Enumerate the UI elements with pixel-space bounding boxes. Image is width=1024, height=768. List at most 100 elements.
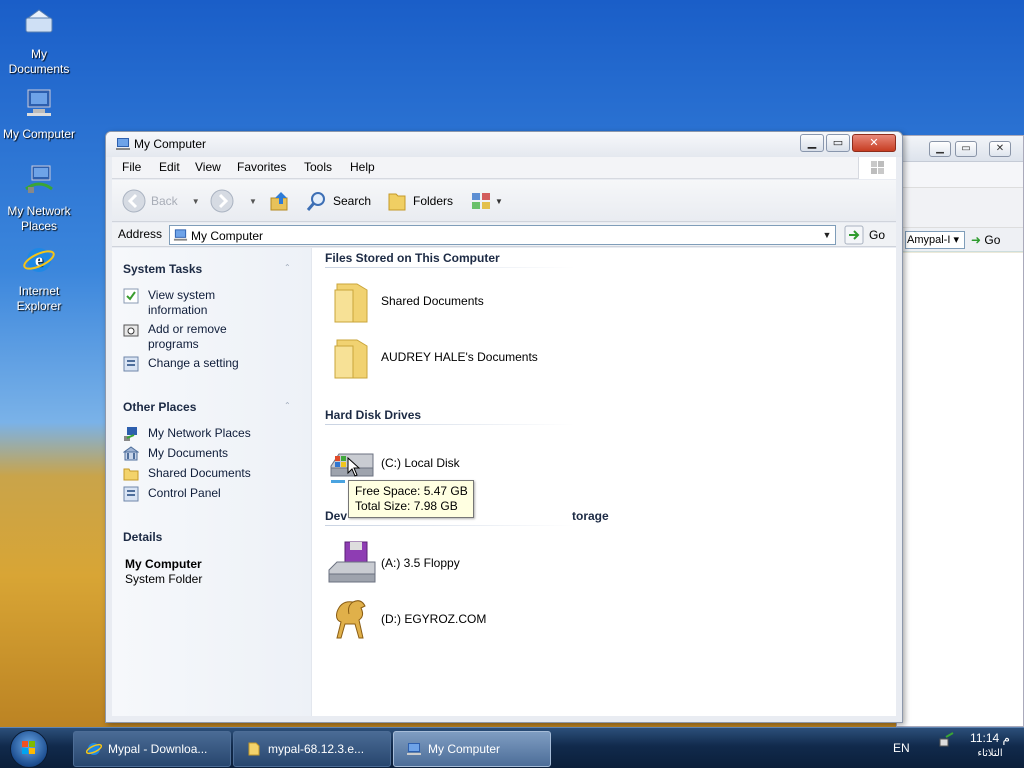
item-cd-d[interactable]: (D:) EGYROZ.COM [327, 594, 486, 644]
place-label: My Network Places [148, 426, 251, 440]
chevron-down-icon: ▼ [249, 196, 257, 206]
other-places-header[interactable]: Other Places [123, 400, 196, 414]
task-pane: System Tasks ⌃ View system information A… [112, 248, 312, 716]
menu-bar: File Edit View Favorites Tools Help [112, 157, 896, 179]
windows-flag-icon [858, 157, 896, 179]
maximize-button[interactable]: ▭ [826, 134, 850, 152]
ie-icon: e [23, 248, 55, 272]
details-header[interactable]: Details [123, 530, 162, 544]
close-button[interactable]: ✕ [989, 141, 1011, 157]
window-titlebar[interactable]: My Computer ▁ ▭ ✕ [106, 132, 902, 157]
ie-icon [86, 743, 102, 755]
search-label: Search [333, 194, 372, 208]
system-tasks-header[interactable]: System Tasks [123, 262, 202, 276]
back-arrow-icon [122, 189, 146, 213]
menu-file[interactable]: File [122, 160, 141, 174]
taskbar-item-mypal-folder[interactable]: mypal-68.12.3.e... [233, 731, 391, 767]
place-shared-documents[interactable]: Shared Documents [123, 466, 309, 482]
minimize-button[interactable]: ▁ [929, 141, 951, 157]
menu-tools[interactable]: Tools [304, 160, 332, 174]
address-field[interactable]: Amypal-I ▾ [905, 231, 965, 249]
horse-drive-icon [336, 600, 366, 639]
menu-edit[interactable]: Edit [159, 160, 180, 174]
group-removable-storage-right: torage [572, 509, 609, 523]
language-indicator[interactable]: EN [893, 741, 910, 755]
place-my-documents[interactable]: My Documents [123, 446, 309, 462]
folder-icon [123, 468, 139, 481]
clock-time: 11:14 م [970, 731, 1010, 745]
item-floppy-a[interactable]: (A:) 3.5 Floppy [327, 538, 460, 588]
folder-icon [334, 339, 368, 379]
task-change-a-setting[interactable]: Change a setting [123, 356, 309, 372]
control-panel-icon [123, 486, 139, 502]
background-window-toolbar [897, 188, 1023, 228]
task-label: View system information [148, 288, 216, 317]
minimize-button[interactable]: ▁ [800, 134, 824, 152]
folders-icon [388, 193, 406, 211]
address-value: My Computer [191, 229, 264, 243]
taskbar-item-mypal[interactable]: Mypal - Downloa... [73, 731, 231, 767]
details-type: System Folder [125, 572, 203, 586]
views-button[interactable]: ▼ [468, 188, 503, 214]
my-computer-window[interactable]: My Computer ▁ ▭ ✕ File Edit View Favorit… [105, 131, 903, 723]
item-label: Shared Documents [381, 294, 484, 308]
taskbar-item-label: Mypal - Downloa... [108, 742, 208, 756]
address-bar: Address My Computer ▼ Go [112, 223, 896, 247]
toolbar: Back ▼ ▼ Search Folders ▼ [112, 180, 896, 222]
back-label: Back [151, 194, 178, 208]
collapse-icon[interactable]: ⌃ [284, 401, 291, 410]
group-hard-disk-drives: Hard Disk Drives [325, 408, 422, 422]
go-button[interactable]: ➜ Go [971, 231, 1000, 249]
collapse-icon[interactable]: ⌃ [284, 263, 291, 272]
menu-help[interactable]: Help [350, 160, 375, 174]
computer-icon [407, 743, 421, 755]
desktop-icon-my-documents[interactable]: My Documents [0, 6, 78, 77]
search-button[interactable]: Search [304, 188, 371, 214]
desktop-icon-my-network-places[interactable]: My Network Places [0, 163, 78, 234]
clock[interactable]: 11:14 م الثلاثاء [962, 731, 1018, 761]
forward-button[interactable]: ▼ [209, 188, 257, 214]
item-shared-documents[interactable]: Shared Documents [327, 276, 484, 326]
tooltip-free-space: Free Space: 5.47 GB [355, 484, 468, 498]
control-panel-icon [123, 356, 139, 372]
go-button[interactable]: Go [844, 225, 885, 245]
desktop-icon-label: Internet Explorer [16, 284, 62, 313]
desktop-icon-label: My Documents [8, 47, 70, 76]
desktop-icon-internet-explorer[interactable]: e Internet Explorer [0, 243, 78, 314]
go-arrow-icon: ➜ [971, 233, 985, 247]
computer-icon [173, 229, 188, 241]
desktop-icon-my-computer[interactable]: My Computer [0, 86, 78, 142]
group-divider [325, 525, 575, 526]
chevron-down-icon[interactable]: ▼ [819, 226, 835, 244]
group-removable-storage-left: Dev [325, 509, 348, 523]
place-my-network-places[interactable]: My Network Places [123, 426, 309, 442]
computer-icon [27, 89, 51, 116]
taskbar-item-my-computer[interactable]: My Computer [393, 731, 551, 767]
background-window-body [897, 253, 1023, 726]
task-add-remove-programs[interactable]: Add or remove programs [123, 322, 309, 352]
go-label: Go [984, 233, 1001, 247]
clock-day: الثلاثاء [977, 748, 1003, 759]
item-user-documents[interactable]: AUDREY HALE's Documents [327, 332, 538, 382]
background-window-titlebar[interactable]: ▁ ▭ ✕ [897, 136, 1023, 162]
content-area: System Tasks ⌃ View system information A… [112, 248, 896, 716]
menu-view[interactable]: View [195, 160, 221, 174]
task-view-system-information[interactable]: View system information [123, 288, 309, 318]
network-tray-icon[interactable] [938, 731, 956, 749]
close-button[interactable]: ✕ [852, 134, 896, 152]
place-control-panel[interactable]: Control Panel [123, 486, 309, 502]
desktop-icon-label: My Computer [2, 127, 76, 141]
maximize-button[interactable]: ▭ [955, 141, 977, 157]
folders-button[interactable]: Folders [384, 188, 453, 214]
start-button[interactable] [10, 730, 48, 768]
background-window[interactable]: ▁ ▭ ✕ Amypal-I ▾ ➜ Go [896, 135, 1024, 727]
network-icon [124, 427, 137, 441]
item-label: (C:) Local Disk [381, 456, 460, 470]
address-field[interactable]: My Computer ▼ [169, 225, 836, 245]
go-arrow-icon [844, 225, 864, 245]
up-folder-button[interactable] [267, 188, 293, 214]
menu-favorites[interactable]: Favorites [237, 160, 286, 174]
address-value: Amypal-I [907, 234, 951, 246]
view-info-icon [123, 288, 139, 304]
back-button[interactable]: Back ▼ [121, 188, 200, 214]
